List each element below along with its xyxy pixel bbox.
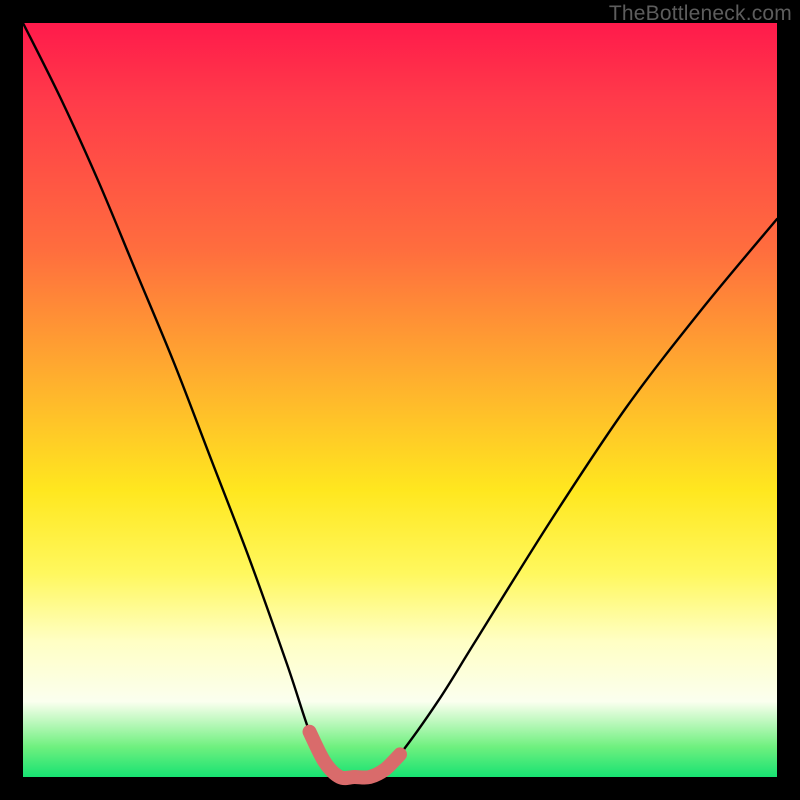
chart-svg: [23, 23, 777, 777]
chart-frame: TheBottleneck.com: [0, 0, 800, 800]
plot-area: [23, 23, 777, 777]
watermark-text: TheBottleneck.com: [609, 2, 792, 26]
valley-highlight: [310, 732, 400, 778]
bottleneck-curve: [23, 23, 777, 778]
